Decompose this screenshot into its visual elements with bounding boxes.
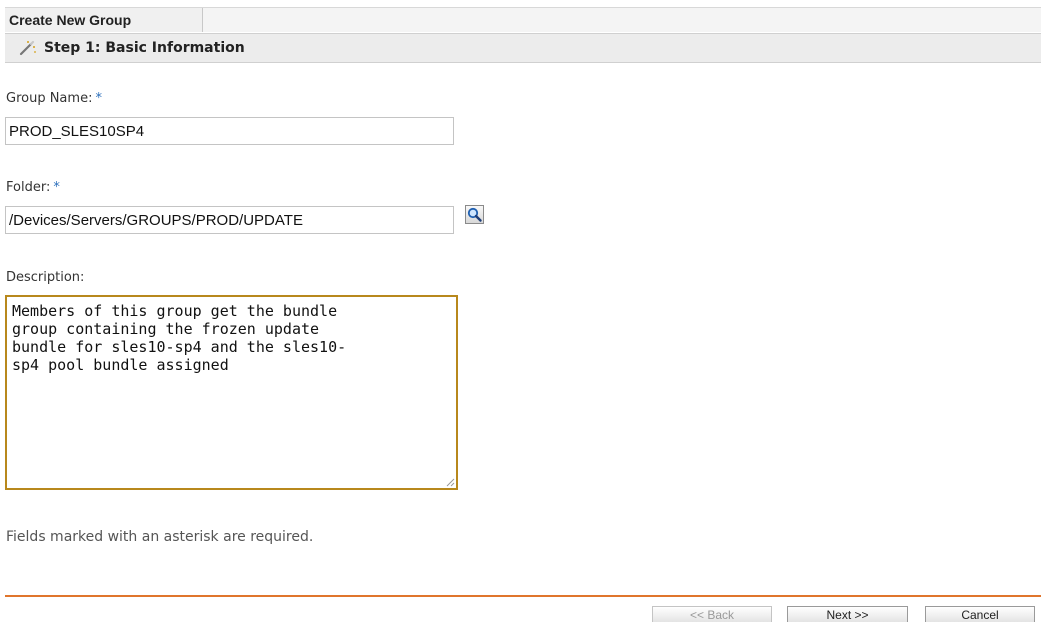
footer-divider xyxy=(5,595,1041,597)
description-line: group containing the frozen update xyxy=(12,320,320,338)
folder-browse-button[interactable] xyxy=(465,205,484,224)
description-textarea[interactable]: Members of this group get the bundle gro… xyxy=(5,295,458,490)
tab-create-new-group[interactable]: Create New Group xyxy=(5,8,203,32)
cancel-button[interactable]: Cancel xyxy=(925,606,1035,622)
resize-grip-icon[interactable] xyxy=(445,477,455,487)
group-name-input[interactable]: PROD_SLES10SP4 xyxy=(5,117,454,145)
magnifier-icon xyxy=(467,207,482,222)
description-line: bundle for sles10-sp4 and the sles10- xyxy=(12,338,347,356)
group-name-label: Group Name: * xyxy=(6,91,102,106)
description-line: sp4 pool bundle assigned xyxy=(12,356,229,374)
step-header: Step 1: Basic Information xyxy=(5,33,1041,63)
step-title: Step 1: Basic Information xyxy=(44,40,245,56)
required-marker: * xyxy=(95,91,102,106)
description-label: Description: xyxy=(6,270,85,285)
next-button[interactable]: Next >> xyxy=(787,606,908,622)
required-marker: * xyxy=(53,180,60,195)
tab-bar: Create New Group xyxy=(5,7,1041,32)
wand-icon xyxy=(19,40,36,56)
description-line: Members of this group get the bundle xyxy=(12,302,338,320)
folder-input[interactable]: /Devices/Servers/GROUPS/PROD/UPDATE xyxy=(5,206,454,234)
folder-label: Folder: * xyxy=(6,180,60,195)
back-button[interactable]: << Back xyxy=(652,606,772,622)
folder-label-text: Folder: xyxy=(6,180,51,195)
required-fields-hint: Fields marked with an asterisk are requi… xyxy=(6,529,314,545)
group-name-label-text: Group Name: xyxy=(6,91,93,106)
